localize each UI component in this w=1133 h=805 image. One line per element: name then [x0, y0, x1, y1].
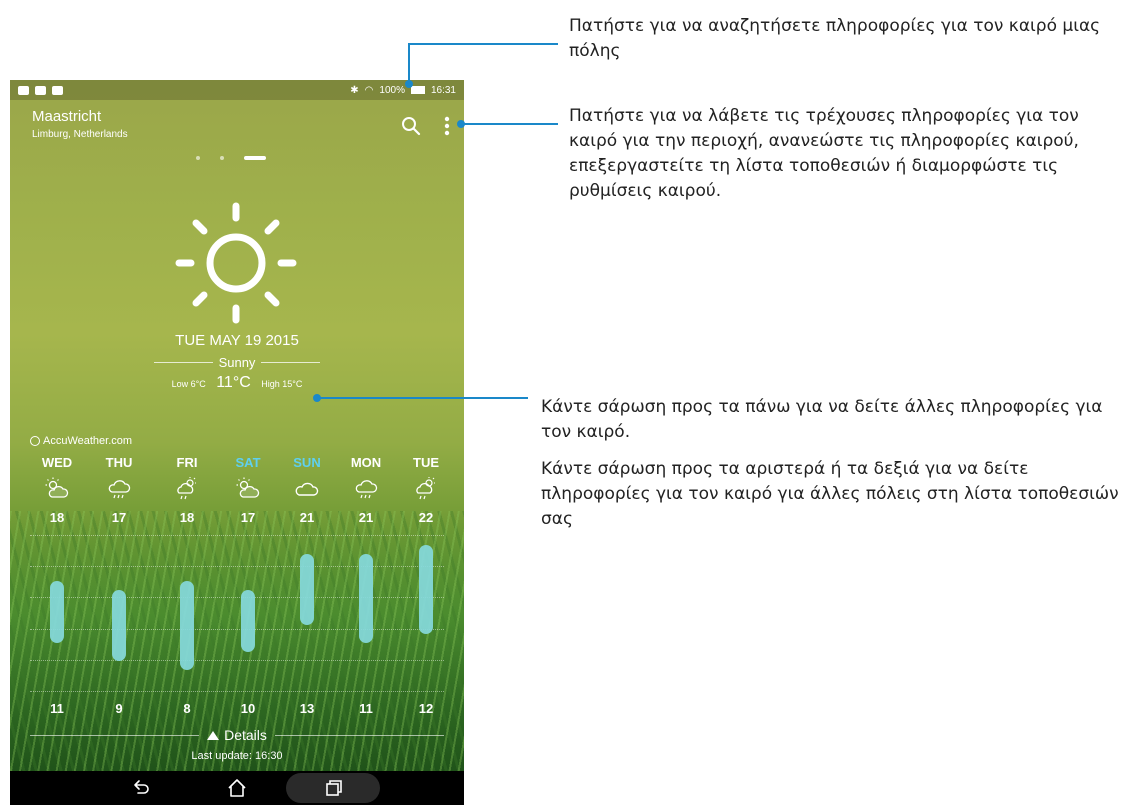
home-icon[interactable] — [225, 776, 249, 800]
page-dot-active — [244, 156, 266, 160]
forecast-day-label: THU — [105, 455, 133, 470]
battery-icon — [410, 86, 425, 94]
divider — [261, 362, 320, 363]
gridline — [30, 691, 444, 692]
divider — [154, 362, 213, 363]
page-indicator — [196, 156, 266, 160]
partly-cloudy-icon — [236, 477, 260, 498]
temperature-range-bar — [300, 553, 314, 626]
weather-app-screen: ✱ ◠ 100% 16:31 Maastricht Limburg, Nethe… — [10, 80, 464, 805]
gallery-notification-icon — [52, 85, 63, 95]
recent-apps-icon — [326, 780, 342, 796]
gridline — [30, 597, 444, 599]
callout-dot-menu — [457, 120, 465, 128]
callout-dot-swipe — [313, 394, 321, 402]
forecast-day-label: WED — [41, 455, 73, 470]
gridline — [30, 628, 444, 630]
page-dot — [220, 156, 224, 160]
forecast-high-temp: 22 — [418, 510, 434, 525]
wifi-icon: ◠ — [364, 84, 374, 96]
sun-icon — [175, 202, 297, 324]
callout-swipe-side-text: Κάντε σάρωση προς τα αριστερά ή τα δεξιά… — [541, 459, 1119, 529]
temperature-range-bar — [180, 580, 194, 671]
forecast-day-label: TUE — [413, 455, 439, 470]
last-update: Last update: 16:30 — [191, 750, 283, 762]
forecast-low-temp: 11 — [50, 701, 64, 716]
callout-line-search — [408, 43, 558, 45]
callout-menu-text: Πατήστε για να λάβετε τις τρέχουσες πληρ… — [569, 106, 1079, 201]
rain-icon — [108, 480, 131, 499]
divider — [30, 734, 200, 736]
temperature-range-bar — [241, 589, 255, 653]
forecast-high-temp: 17 — [111, 510, 127, 525]
temperature-range-bar — [359, 553, 373, 644]
condition-row: Sunny — [154, 355, 320, 370]
rain-icon — [355, 480, 378, 499]
forecast-low-temp: 13 — [299, 701, 315, 716]
temperature-range-bar — [112, 589, 126, 662]
sun-rain-icon — [416, 477, 435, 500]
cloud-notification-icon — [35, 85, 46, 95]
battery-percent: 100% — [379, 84, 405, 96]
temperature-row: Low 6°C 11°C High 15°C — [10, 374, 464, 392]
forecast-high-temp: 21 — [358, 510, 374, 525]
gridline — [30, 659, 444, 661]
arrow-up-icon — [207, 730, 220, 740]
provider-name: AccuWeather.com — [43, 435, 133, 447]
more-menu-icon[interactable] — [444, 116, 450, 136]
low-temp: Low 6°C — [171, 379, 206, 389]
forecast-day-label: SUN — [293, 455, 321, 470]
callout-swipe-up-text: Κάντε σάρωση προς τα πάνω για να δείτε ά… — [541, 397, 1103, 442]
details-label: Details — [224, 727, 267, 743]
callout-line-menu — [460, 123, 558, 125]
current-temp: 11°C — [216, 374, 251, 391]
forecast-high-temp: 18 — [179, 510, 195, 525]
provider-logo[interactable]: AccuWeather.com — [30, 435, 132, 447]
back-icon[interactable] — [129, 776, 153, 800]
search-icon[interactable] — [401, 116, 421, 136]
forecast-low-temp: 12 — [418, 701, 434, 716]
callout-dot-search — [405, 80, 413, 88]
temperature-range-bar — [50, 580, 64, 644]
callout-search-text: Πατήστε για να αναζητήσετε πληροφορίες γ… — [569, 16, 1101, 61]
divider — [274, 734, 445, 736]
cloud-icon — [295, 482, 319, 496]
gridline — [30, 566, 444, 568]
high-temp: High 15°C — [261, 379, 303, 389]
region-name: Limburg, Netherlands — [32, 129, 128, 140]
forecast-day-label: MON — [350, 455, 382, 470]
city-name: Maastricht — [32, 108, 102, 125]
forecast-high-temp: 17 — [240, 510, 256, 525]
callout-line-swipe — [318, 397, 528, 399]
partly-cloudy-icon — [45, 477, 69, 498]
details-row[interactable]: Details — [30, 727, 445, 743]
forecast-high-temp: 21 — [299, 510, 315, 525]
condition-text: Sunny — [218, 355, 256, 370]
navigation-bar — [10, 771, 464, 805]
image-notification-icon — [18, 85, 29, 95]
temperature-range-bar — [419, 544, 433, 635]
forecast-day-label: FRI — [176, 455, 198, 470]
current-date: TUE MAY 19 2015 — [175, 332, 299, 349]
callout-line-search — [408, 43, 410, 81]
details-button[interactable]: Details — [207, 727, 267, 743]
forecast-day-label: SAT — [235, 455, 261, 470]
recent-apps-button[interactable] — [286, 773, 380, 803]
page-dot — [196, 156, 200, 160]
accuweather-icon — [30, 436, 40, 446]
forecast-low-temp: 11 — [359, 701, 373, 716]
sun-rain-icon — [177, 477, 196, 500]
status-bar: ✱ ◠ 100% 16:31 — [10, 80, 464, 100]
forecast-low-temp: 8 — [183, 701, 191, 716]
clock: 16:31 — [430, 84, 456, 96]
forecast-high-temp: 18 — [49, 510, 65, 525]
bluetooth-icon: ✱ — [350, 84, 359, 96]
forecast-low-temp: 9 — [115, 701, 123, 716]
gridline — [30, 535, 444, 536]
forecast-low-temp: 10 — [240, 701, 256, 716]
